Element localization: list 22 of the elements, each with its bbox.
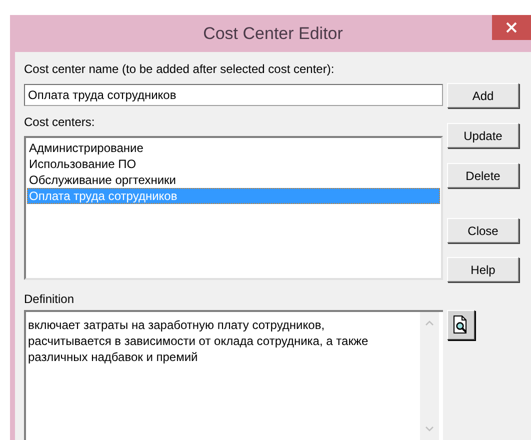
list-item[interactable]: Обслуживание оргтехники [27,172,440,188]
close-button[interactable] [492,15,531,40]
field-label: Cost center name (to be added after selected cost center): [24,62,336,76]
close-icon [506,22,517,33]
definition-label: Definition [24,292,76,306]
scroll-down-icon[interactable] [425,426,434,432]
close-button[interactable]: Close [447,218,519,243]
definition-text-area[interactable]: включает затраты на заработную плату сотрудников, расчитывается в зависимости от оклада сотрудника, а также различных надбавок и премий [24,310,443,440]
list-item[interactable]: Использование ПО [27,156,440,172]
cost-center-list[interactable]: Администрирование Использование ПО Обслуживание оргтехники Оплата труда сотрудников [24,136,443,280]
help-button[interactable]: Help [447,257,519,282]
list-label: Cost centers: [24,115,96,129]
preview-button[interactable] [447,310,475,340]
scroll-up-icon[interactable] [425,320,434,326]
scrollbar[interactable] [420,312,439,440]
delete-button[interactable]: Delete [447,163,519,188]
add-button[interactable]: Add [447,83,519,108]
update-button[interactable]: Update [447,123,519,148]
definition-text: включает затраты на заработную плату сотрудников, расчитывается в зависимости от оклада сотрудника, а также различных надбавок и премий [28,317,370,365]
name-input-field[interactable]: Оплата труда сотрудников [24,84,443,106]
window-title: Cost Center Editor [203,24,343,44]
list-item[interactable]: Администрирование [27,140,440,156]
